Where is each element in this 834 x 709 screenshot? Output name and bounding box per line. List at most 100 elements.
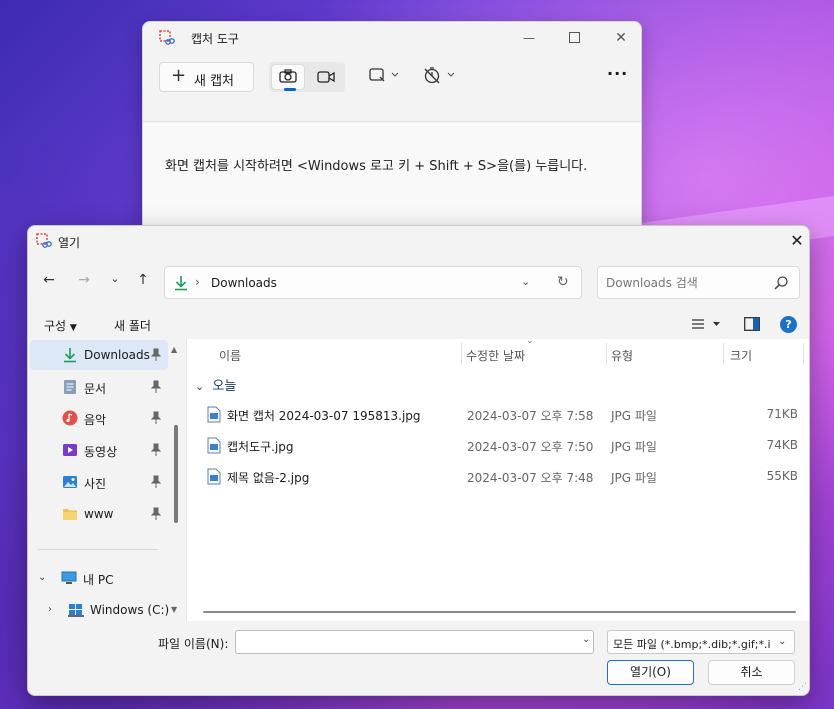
- video-icon: [63, 444, 77, 456]
- more-options-button[interactable]: ···: [607, 64, 628, 83]
- breadcrumb-downloads[interactable]: Downloads: [211, 276, 277, 290]
- filename-input[interactable]: [240, 634, 570, 650]
- file-row[interactable]: 제목 없음-2.jpg 2024-03-07 오후 7:48 JPG 파일 55…: [187, 461, 809, 491]
- column-header-type[interactable]: 유형: [607, 339, 724, 369]
- back-button[interactable]: ←: [38, 272, 60, 292]
- screenshot-mode-button[interactable]: [271, 64, 305, 91]
- filename-combobox[interactable]: ⌄: [235, 630, 594, 654]
- pin-icon[interactable]: [150, 475, 162, 489]
- column-header-name[interactable]: 이름: [187, 339, 462, 369]
- forward-button[interactable]: →: [73, 272, 95, 292]
- new-capture-label: 새 캡처: [194, 74, 235, 89]
- sidebar-item-pictures[interactable]: 사진: [30, 467, 168, 497]
- active-mode-indicator: [284, 88, 296, 91]
- file-date: 2024-03-07 오후 7:50: [467, 440, 594, 454]
- sidebar-item-documents[interactable]: 문서: [30, 372, 168, 402]
- download-arrow-icon: [175, 276, 187, 291]
- sort-indicator-icon: ⌄: [526, 336, 534, 346]
- search-input[interactable]: [606, 273, 766, 293]
- up-button[interactable]: ↑: [132, 272, 154, 292]
- video-camera-icon: [317, 71, 335, 83]
- sidebar-item-downloads[interactable]: Downloads: [30, 340, 168, 370]
- picture-icon: [63, 476, 77, 488]
- filename-label: 파일 이름(N):: [158, 637, 229, 651]
- address-dropdown-icon[interactable]: ⌄: [521, 275, 530, 288]
- maximize-button[interactable]: [564, 28, 584, 48]
- nav-scrollbar[interactable]: ▲ ▼: [171, 345, 181, 617]
- file-size: 71KB: [766, 407, 798, 421]
- snipping-tool-window: 캡처 도구 — ✕ + 새 캡처 ··· 화면 캡처를 시작하려면 <Windo…: [142, 21, 642, 236]
- sidebar-item-label: 동영상: [84, 445, 118, 459]
- preview-pane-icon: [744, 317, 760, 331]
- preview-pane-button[interactable]: [744, 317, 760, 331]
- file-type-filter[interactable]: 모든 파일 (*.bmp;*.dib;*.gif;*.ic ⌄: [607, 630, 795, 654]
- dialog-title: 열기: [58, 236, 81, 250]
- search-icon[interactable]: [773, 275, 789, 291]
- pin-icon[interactable]: [150, 348, 162, 362]
- help-button[interactable]: ?: [780, 316, 797, 333]
- scroll-up-icon[interactable]: ▲: [171, 345, 177, 354]
- resize-grip-icon[interactable]: ⋰: [798, 682, 807, 692]
- file-list-pane: 이름 ⌄ 수정한 날짜 유형 크기 ⌄ 오늘 화면 캡처 2024-03-07 …: [186, 336, 809, 621]
- chevron-down-icon[interactable]: ⌄: [582, 634, 590, 645]
- group-header-today[interactable]: ⌄ 오늘: [195, 375, 236, 397]
- sidebar-item-videos[interactable]: 동영상: [30, 435, 168, 465]
- sidebar-item-this-pc[interactable]: ⌄ 내 PC: [28, 564, 178, 592]
- file-name: 제목 없음-2.jpg: [227, 471, 310, 485]
- organize-menu[interactable]: 구성 ▼: [44, 317, 77, 334]
- file-row[interactable]: 캡처도구.jpg 2024-03-07 오후 7:50 JPG 파일 74KB: [187, 430, 809, 460]
- sidebar-item-label: Windows (C:): [90, 603, 170, 617]
- chevron-down-icon: ⌄: [778, 636, 787, 647]
- scroll-down-icon[interactable]: ▼: [171, 605, 177, 614]
- pin-icon[interactable]: [150, 443, 162, 457]
- horizontal-scrollbar-thumb[interactable]: [203, 611, 796, 613]
- recent-locations-button[interactable]: ⌄: [104, 272, 126, 292]
- snip-shape-dropdown[interactable]: [369, 66, 403, 90]
- folder-icon: [63, 509, 77, 520]
- column-header-size[interactable]: 크기: [724, 339, 804, 369]
- minimize-button[interactable]: —: [519, 28, 539, 48]
- file-row[interactable]: 화면 캡처 2024-03-07 195813.jpg 2024-03-07 오…: [187, 399, 809, 429]
- chevron-right-icon[interactable]: ›: [48, 604, 52, 615]
- music-icon: [62, 410, 78, 426]
- view-options-button[interactable]: [690, 316, 724, 334]
- chevron-down-icon[interactable]: ⌄: [38, 572, 46, 583]
- address-bar[interactable]: › Downloads ⌄ ↻: [164, 266, 582, 299]
- file-type-filter-value: 모든 파일 (*.bmp;*.dib;*.gif;*.ic: [613, 638, 771, 651]
- file-type: JPG 파일: [611, 440, 657, 454]
- file-name: 화면 캡처 2024-03-07 195813.jpg: [227, 409, 421, 423]
- pin-icon[interactable]: [150, 507, 162, 521]
- cancel-button[interactable]: 취소: [708, 660, 795, 685]
- new-folder-button[interactable]: 새 폴더: [114, 317, 151, 334]
- sidebar-item-music[interactable]: 음악: [30, 403, 168, 433]
- chevron-down-icon: ▼: [69, 323, 77, 333]
- chevron-down-icon: ⌄: [195, 380, 205, 393]
- search-box[interactable]: [597, 266, 800, 299]
- refresh-icon[interactable]: ↻: [557, 274, 569, 290]
- sidebar-item-www[interactable]: www: [30, 499, 168, 529]
- snip-window-title: 캡처 도구: [191, 32, 239, 46]
- horizontal-scrollbar[interactable]: [203, 609, 796, 619]
- navigation-pane: Downloads 문서 음악 동영상 사진 www ⌄ 내 PC › Wind…: [28, 339, 184, 621]
- column-header-label: 크기: [730, 349, 753, 363]
- column-header-date[interactable]: ⌄ 수정한 날짜: [462, 336, 607, 369]
- jpg-file-icon: [207, 437, 221, 454]
- new-capture-button[interactable]: + 새 캡처: [159, 62, 254, 92]
- sidebar-item-drive-c[interactable]: › Windows (C:): [28, 596, 178, 624]
- pin-icon[interactable]: [150, 411, 162, 425]
- delay-timer-dropdown[interactable]: [423, 66, 459, 90]
- column-separator[interactable]: [803, 343, 804, 365]
- video-mode-button[interactable]: [309, 64, 343, 90]
- dialog-titlebar[interactable]: 열기 ✕: [28, 226, 809, 256]
- nav-scrollbar-thumb[interactable]: [174, 425, 178, 523]
- snip-titlebar[interactable]: 캡처 도구 — ✕: [143, 22, 641, 54]
- column-header-label: 유형: [611, 349, 634, 363]
- jpg-file-icon: [207, 468, 221, 485]
- snip-close-button[interactable]: ✕: [611, 28, 631, 48]
- timer-off-icon: [424, 67, 455, 84]
- pin-icon[interactable]: [150, 380, 162, 394]
- navigation-bar: ← → ⌄ ↑ › Downloads ⌄ ↻: [28, 262, 809, 302]
- dialog-close-button[interactable]: ✕: [786, 230, 808, 252]
- open-button[interactable]: 열기(O): [607, 660, 694, 685]
- sidebar-item-label: 음악: [84, 413, 107, 427]
